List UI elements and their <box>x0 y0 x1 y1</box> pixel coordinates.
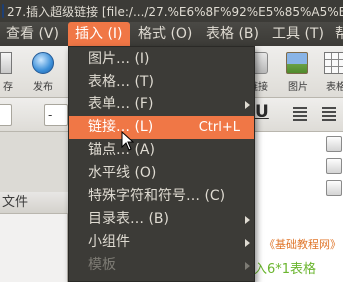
side-icons <box>326 136 342 202</box>
title-bar: 27.插入超级链接 [file:/.../27.%E6%8F%92%E5%85%… <box>0 0 343 22</box>
menu-item-link[interactable]: 链接… (L) Ctrl+L <box>69 116 254 139</box>
table-icon <box>324 52 343 74</box>
align-left-icon[interactable] <box>293 107 307 121</box>
menu-item-special-characters[interactable]: 特殊字符和符号… (C) <box>69 185 254 208</box>
menu-tools[interactable]: 工具 (T) <box>265 22 331 46</box>
properties-icon[interactable] <box>326 136 342 152</box>
menu-bar: 查看 (V) 插入 (I) 格式 (O) 表格 (B) 工具 (T) 帮 <box>0 22 343 46</box>
document-text-site: 《基础教程网》 <box>264 238 341 251</box>
menu-insert[interactable]: 插入 (I) <box>68 22 130 46</box>
menu-item-special-characters-label: 特殊字符和符号… (C) <box>88 188 226 204</box>
menu-item-form[interactable]: 表单… (F) <box>69 93 254 116</box>
menu-table[interactable]: 表格 (B) <box>199 22 266 46</box>
menu-item-anchor[interactable]: 锚点… (A) <box>69 139 254 162</box>
align-center-icon[interactable] <box>322 107 336 121</box>
menu-item-widgets-label: 小组件 <box>88 234 130 250</box>
menu-item-image-label: 图片… (I) <box>88 51 150 67</box>
edit-icon[interactable] <box>326 158 342 174</box>
insert-menu: 图片… (I) 表格… (T) 表单… (F) 链接… (L) Ctrl+L 锚… <box>68 46 255 282</box>
mouse-pointer-icon <box>121 131 135 151</box>
menu-item-table-of-contents-label: 目录表… (B) <box>88 211 169 227</box>
publish-label: 发布 <box>33 82 53 93</box>
image-label: 图片 <box>288 82 308 93</box>
menu-item-templates: 模板 <box>69 254 254 277</box>
menu-item-image[interactable]: 图片… (I) <box>69 48 254 71</box>
menu-format[interactable]: 格式 (O) <box>131 22 199 46</box>
menu-item-form-label: 表单… (F) <box>88 96 154 112</box>
submenu-arrow-icon <box>245 101 250 109</box>
image-icon <box>286 52 308 74</box>
files-panel: 文件 <box>0 192 68 282</box>
menu-item-link-shortcut: Ctrl+L <box>198 120 240 135</box>
app-icon <box>2 4 4 18</box>
table-button[interactable]: 表格 <box>318 50 343 94</box>
menu-item-horizontal-rule-label: 水平线 (O) <box>88 165 157 181</box>
menu-item-table-of-contents[interactable]: 目录表… (B) <box>69 208 254 231</box>
left-gutter <box>0 132 68 192</box>
menu-item-widgets[interactable]: 小组件 <box>69 231 254 254</box>
preview-icon[interactable] <box>326 180 342 196</box>
publish-button[interactable]: 发布 <box>26 50 58 94</box>
submenu-arrow-icon <box>245 239 250 247</box>
menu-view[interactable]: 查看 (V) <box>0 22 66 46</box>
underline-button[interactable]: U <box>255 102 269 122</box>
save-icon <box>0 52 12 74</box>
submenu-arrow-icon <box>245 262 250 270</box>
window-title: 27.插入超级链接 [file:/.../27.%E6%8F%92%E5%85%… <box>7 4 343 19</box>
save-label: 存 <box>3 82 13 93</box>
submenu-arrow-icon <box>245 216 250 224</box>
table-label: 表格 <box>326 82 343 93</box>
font-size-select[interactable]: - <box>44 104 68 126</box>
paragraph-style-select[interactable] <box>0 104 12 126</box>
image-button[interactable]: 图片 <box>280 50 312 94</box>
menu-item-table-label: 表格… (T) <box>88 74 154 90</box>
document-text-table: 入6*1表格 <box>254 262 317 277</box>
menu-item-horizontal-rule[interactable]: 水平线 (O) <box>69 162 254 185</box>
globe-icon <box>32 52 54 74</box>
menu-item-templates-label: 模板 <box>88 257 116 273</box>
menu-help[interactable]: 帮 <box>331 22 343 46</box>
files-panel-title: 文件 <box>0 192 68 214</box>
menu-item-table[interactable]: 表格… (T) <box>69 71 254 94</box>
